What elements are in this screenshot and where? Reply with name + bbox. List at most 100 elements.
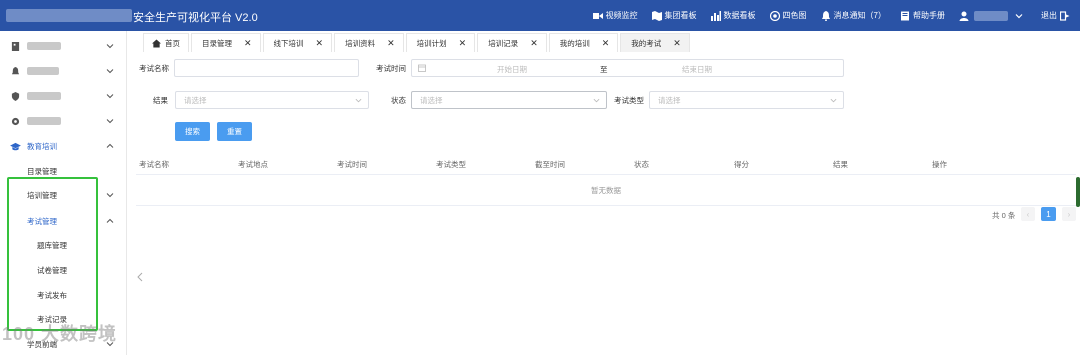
close-icon[interactable]: ✕ — [673, 38, 681, 49]
reset-button[interactable]: 重置 — [217, 122, 252, 141]
shield-icon — [11, 91, 20, 101]
chevron-down-icon — [593, 98, 600, 103]
blurred-username — [974, 10, 1008, 21]
tab-home[interactable]: 首页 — [143, 33, 189, 52]
tab-label: 培训计划 — [416, 38, 447, 48]
logout-icon — [1060, 10, 1070, 21]
chevron-up-icon — [106, 218, 114, 223]
tab-label: 培训记录 — [488, 38, 519, 48]
tab-training-plan[interactable]: 培训计划 ✕ — [405, 33, 476, 52]
sidebar-item-blurred-2[interactable] — [0, 59, 127, 83]
tab-bar: 首页 目录管理 ✕ 线下培训 ✕ 培训资料 ✕ 培训计划 ✕ 培训记录 ✕ 我的… — [127, 33, 1080, 53]
chevron-down-icon — [1015, 13, 1023, 18]
tab-label: 线下培训 — [273, 38, 304, 48]
video-icon — [592, 12, 603, 19]
tab-training-records[interactable]: 培训记录 ✕ — [477, 33, 547, 52]
column-header: 操作 — [932, 160, 947, 169]
current-page-button[interactable]: 1 — [1041, 207, 1056, 221]
tab-training-materials[interactable]: 培训资料 ✕ — [334, 33, 404, 52]
sidebar-label: 目录管理 — [27, 166, 57, 176]
sidebar-item-blurred-3[interactable] — [0, 84, 127, 108]
exam-type-label: 考试类型 — [614, 96, 644, 105]
building-icon — [11, 41, 20, 51]
logout-button[interactable]: 退出 — [1041, 10, 1070, 21]
column-header: 考试类型 — [436, 160, 466, 169]
logout-label: 退出 — [1041, 11, 1057, 20]
tab-label: 培训资料 — [345, 38, 376, 48]
column-header: 截至时间 — [535, 160, 565, 169]
nav-group-board[interactable]: 集团看板 — [651, 10, 697, 21]
nav-label: 视频监控 — [605, 11, 638, 20]
collapse-sidebar-icon[interactable] — [136, 272, 144, 282]
column-header: 考试时间 — [337, 160, 367, 169]
chevron-down-icon — [106, 69, 114, 74]
end-date-placeholder: 结束日期 — [682, 65, 712, 74]
tab-my-training[interactable]: 我的培训 ✕ — [548, 33, 619, 52]
column-header: 考试名称 — [139, 160, 169, 169]
nav-data-board[interactable]: 数据看板 — [710, 10, 756, 21]
exam-time-range-picker[interactable]: 开始日期 至 结束日期 — [411, 59, 844, 77]
nav-four-color-map[interactable]: 四色图 — [769, 10, 807, 21]
graduation-cap-icon — [10, 142, 21, 150]
nav-help-manual[interactable]: 帮助手册 — [900, 10, 945, 21]
blurred-label — [27, 42, 61, 50]
tab-label: 我的考试 — [631, 38, 662, 48]
map-icon — [651, 10, 662, 21]
bell-icon — [821, 10, 830, 21]
book-icon — [901, 11, 909, 20]
sidebar-item-education-training[interactable]: 教育培训 — [0, 134, 127, 158]
gear-icon — [11, 117, 20, 125]
status-select[interactable]: 请选择 — [411, 91, 607, 109]
sidebar-item-blurred-1[interactable] — [0, 34, 127, 58]
close-icon[interactable]: ✕ — [459, 38, 467, 49]
column-header: 考试地点 — [238, 160, 268, 169]
close-icon[interactable]: ✕ — [602, 38, 610, 49]
nav-label: 集团看板 — [664, 11, 697, 20]
home-icon — [152, 38, 161, 48]
tab-offline-training[interactable]: 线下培训 ✕ — [262, 33, 333, 52]
prev-page-button[interactable]: ‹ — [1021, 207, 1035, 221]
blurred-label — [27, 67, 59, 75]
four-color-icon — [769, 10, 780, 21]
nav-label: 帮助手册 — [913, 11, 945, 20]
result-select[interactable]: 请选择 — [175, 91, 369, 109]
tab-label: 我的培训 — [559, 38, 590, 48]
close-icon[interactable]: ✕ — [244, 38, 252, 49]
column-header: 结果 — [833, 160, 848, 169]
chevron-down-icon — [106, 44, 114, 49]
user-menu[interactable] — [959, 10, 1027, 21]
select-placeholder: 请选择 — [184, 95, 207, 105]
sidebar-item-blurred-4[interactable] — [0, 109, 127, 133]
exam-name-input[interactable] — [174, 59, 359, 77]
nav-notifications[interactable]: 消息通知（7） — [821, 10, 886, 21]
tab-catalog[interactable]: 目录管理 ✕ — [191, 33, 261, 52]
table-header: 考试名称 考试地点 考试时间 考试类型 截至时间 状态 得分 结果 操作 — [136, 153, 1076, 175]
top-header: 安全生产可视化平台 V2.0 视频监控 集团看板 数据看板 四色图 消息通知（7… — [0, 0, 1080, 31]
select-placeholder: 请选择 — [420, 95, 443, 105]
tab-label: 首页 — [165, 38, 180, 48]
tab-my-exams[interactable]: 我的考试 ✕ — [620, 33, 690, 52]
bar-chart-icon — [710, 10, 721, 21]
start-date-placeholder: 开始日期 — [497, 65, 527, 74]
chevron-down-icon — [355, 98, 362, 103]
exam-time-label: 考试时间 — [376, 64, 406, 73]
nav-label: 四色图 — [782, 11, 807, 20]
chevron-down-icon — [106, 193, 114, 198]
highlight-box — [7, 177, 98, 331]
app-title: 安全生产可视化平台 V2.0 — [133, 12, 258, 24]
nav-video-monitor[interactable]: 视频监控 — [592, 10, 638, 21]
search-button[interactable]: 搜索 — [175, 122, 210, 141]
chevron-down-icon — [830, 98, 837, 103]
exam-type-select[interactable]: 请选择 — [649, 91, 844, 109]
pagination-total: 共 0 条 — [992, 211, 1016, 220]
select-placeholder: 请选择 — [658, 95, 681, 105]
blurred-company-name — [6, 9, 132, 22]
next-page-button[interactable]: › — [1062, 207, 1076, 221]
close-icon[interactable]: ✕ — [530, 38, 538, 49]
close-icon[interactable]: ✕ — [316, 38, 324, 49]
scrollbar-thumb[interactable] — [1076, 177, 1080, 207]
close-icon[interactable]: ✕ — [387, 38, 395, 49]
result-label: 结果 — [153, 96, 168, 105]
user-icon — [959, 11, 969, 21]
top-nav: 视频监控 集团看板 数据看板 四色图 消息通知（7） 帮助手册 退出 — [592, 0, 1080, 31]
